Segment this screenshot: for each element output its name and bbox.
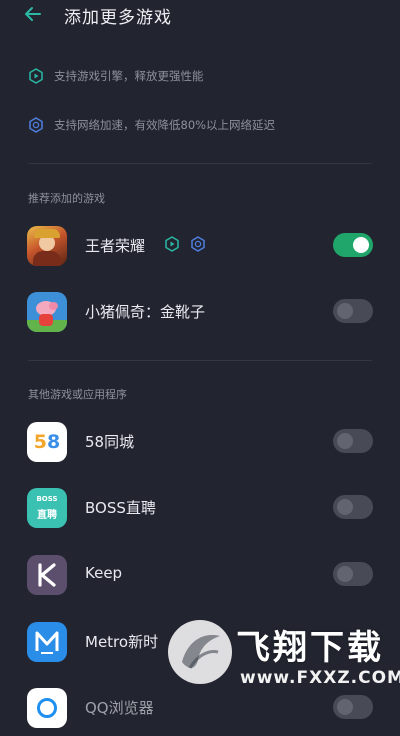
back-arrow-icon[interactable]: [22, 2, 50, 26]
hexagon-game-icon: [165, 236, 179, 252]
app-name: Metro新时: [85, 633, 159, 651]
list-item[interactable]: 王者荣耀: [0, 218, 400, 274]
app-name: BOSS直聘: [85, 499, 156, 517]
app-toggle[interactable]: [333, 495, 373, 519]
network-accel-icon: [29, 117, 43, 133]
feature-text: 支持游戏引擎，释放更强性能: [54, 69, 204, 83]
app-name: Keep: [85, 564, 123, 582]
keep-logo-icon: [38, 563, 56, 587]
feature-badges: [164, 236, 206, 252]
list-item[interactable]: QQ浏览器: [0, 680, 400, 736]
list-item[interactable]: Metro新时: [0, 614, 400, 670]
toggle-knob: [337, 699, 353, 715]
page-title: 添加更多游戏: [64, 8, 172, 28]
app-name: QQ浏览器: [85, 699, 154, 717]
toggle-knob: [353, 237, 369, 253]
qq-browser-app-icon: [27, 688, 67, 728]
header: 添加更多游戏: [0, 0, 400, 28]
app-name: 58同城: [85, 433, 135, 451]
keep-app-icon: [27, 555, 67, 595]
feature-item: 支持游戏引擎，释放更强性能: [28, 65, 204, 87]
app-toggle[interactable]: [333, 562, 373, 586]
boss-app-icon: BOSS 直聘: [27, 488, 67, 528]
hexagon-game-icon: [29, 68, 43, 84]
peppa-pig-app-icon: [27, 292, 67, 332]
toggle-knob: [337, 499, 353, 515]
list-item[interactable]: Keep: [0, 547, 400, 603]
metro-app-icon: [27, 622, 67, 662]
toggle-knob: [337, 303, 353, 319]
58-app-icon: 58: [27, 422, 67, 462]
feature-item: 支持网络加速，有效降低80%以上网络延迟: [28, 114, 275, 136]
app-toggle[interactable]: [333, 695, 373, 719]
section-header-others: 其他游戏或应用程序: [28, 388, 127, 401]
wangzhe-app-icon: [27, 226, 67, 266]
metro-logo-icon: [35, 631, 59, 654]
section-header-recommended: 推荐添加的游戏: [28, 192, 105, 205]
app-toggle[interactable]: [333, 299, 373, 323]
toggle-knob: [337, 566, 353, 582]
network-accel-icon: [191, 236, 205, 252]
divider: [28, 360, 372, 361]
divider: [28, 163, 372, 164]
app-toggle[interactable]: [333, 429, 373, 453]
list-item[interactable]: 58 58同城: [0, 414, 400, 470]
feature-text: 支持网络加速，有效降低80%以上网络延迟: [54, 118, 276, 132]
list-item[interactable]: BOSS 直聘 BOSS直聘: [0, 480, 400, 536]
app-name: 小猪佩奇：金靴子: [85, 303, 206, 321]
app-name: 王者荣耀: [85, 237, 146, 255]
app-toggle[interactable]: [333, 233, 373, 257]
list-item[interactable]: 小猪佩奇：金靴子: [0, 284, 400, 340]
toggle-knob: [337, 433, 353, 449]
